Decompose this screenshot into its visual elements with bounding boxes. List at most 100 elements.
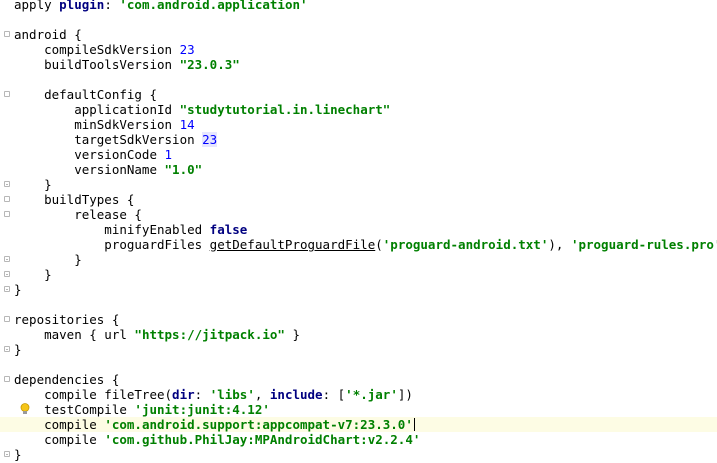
code-token: proguardFiles bbox=[14, 237, 210, 252]
code-token: } bbox=[14, 342, 22, 357]
code-line[interactable] bbox=[0, 357, 717, 372]
code-line[interactable]: compile fileTree(dir: 'libs', include: [… bbox=[0, 387, 717, 402]
code-line-text: compile fileTree(dir: 'libs', include: [… bbox=[14, 387, 413, 402]
code-token: 'com.github.PhilJay:MPAndroidChart:v2.2.… bbox=[104, 432, 421, 447]
fold-end-marker-icon[interactable] bbox=[4, 346, 10, 352]
code-token: 1 bbox=[164, 147, 173, 162]
code-token: release { bbox=[14, 207, 142, 222]
code-line[interactable]: } bbox=[0, 342, 717, 357]
code-token: dependencies { bbox=[14, 372, 120, 387]
code-token: maven { url bbox=[14, 327, 135, 342]
code-token: "studytutorial.in.linechart" bbox=[179, 102, 391, 117]
fold-marker-icon[interactable] bbox=[4, 376, 10, 382]
code-line[interactable] bbox=[0, 72, 717, 87]
code-token: dir bbox=[172, 387, 195, 402]
code-line-text: versionCode 1 bbox=[14, 147, 172, 162]
code-line[interactable]: versionCode 1 bbox=[0, 147, 717, 162]
code-line[interactable]: versionName "1.0" bbox=[0, 162, 717, 177]
lightbulb-icon[interactable] bbox=[20, 403, 30, 415]
code-line-text: testCompile 'junit:junit:4.12' bbox=[14, 402, 270, 417]
code-line-text: } bbox=[14, 342, 22, 357]
code-line-text: } bbox=[14, 177, 52, 192]
code-line[interactable]: maven { url "https://jitpack.io" } bbox=[0, 327, 717, 342]
code-line-text: } bbox=[14, 267, 52, 282]
code-token: 14 bbox=[179, 117, 195, 132]
fold-end-marker-icon[interactable] bbox=[4, 451, 10, 457]
code-line[interactable]: } bbox=[0, 282, 717, 297]
fold-marker-icon[interactable] bbox=[4, 211, 10, 217]
fold-end-marker-icon[interactable] bbox=[4, 271, 10, 277]
code-line-text: dependencies { bbox=[14, 372, 119, 387]
fold-marker-icon[interactable] bbox=[4, 31, 10, 37]
code-line[interactable]: buildToolsVersion "23.0.3" bbox=[0, 57, 717, 72]
code-token: defaultConfig { bbox=[14, 87, 157, 102]
code-line[interactable]: apply plugin: 'com.android.application' bbox=[0, 0, 717, 12]
code-line[interactable]: compileSdkVersion 23 bbox=[0, 42, 717, 57]
code-line[interactable]: dependencies { bbox=[0, 372, 717, 387]
code-line[interactable]: compile 'com.android.support:appcompat-v… bbox=[0, 417, 717, 432]
code-line[interactable]: repositories { bbox=[0, 312, 717, 327]
code-token: 'proguard-rules.pro' bbox=[570, 237, 717, 252]
code-token: compileSdkVersion bbox=[14, 42, 180, 57]
code-line[interactable]: minifyEnabled false bbox=[0, 222, 717, 237]
code-token: 'proguard-android.txt' bbox=[382, 237, 549, 252]
code-line[interactable]: minSdkVersion 14 bbox=[0, 117, 717, 132]
code-line[interactable]: buildTypes { bbox=[0, 192, 717, 207]
code-line[interactable]: release { bbox=[0, 207, 717, 222]
code-line-text: } bbox=[14, 282, 22, 297]
code-token: versionCode bbox=[14, 147, 165, 162]
code-line[interactable]: applicationId "studytutorial.in.linechar… bbox=[0, 102, 717, 117]
fold-marker-icon[interactable] bbox=[4, 196, 10, 202]
fold-marker-icon[interactable] bbox=[4, 91, 10, 97]
code-line[interactable] bbox=[0, 12, 717, 27]
fold-end-marker-icon[interactable] bbox=[4, 181, 10, 187]
fold-end-marker-icon[interactable] bbox=[4, 256, 10, 262]
code-editor[interactable]: apply plugin: 'com.android.application' a… bbox=[0, 0, 717, 463]
code-token: 'libs' bbox=[209, 387, 255, 402]
code-line[interactable]: } bbox=[0, 447, 717, 462]
text-caret bbox=[413, 418, 415, 431]
code-line[interactable]: targetSdkVersion 23 bbox=[0, 132, 717, 147]
code-token: ), bbox=[548, 237, 571, 252]
fold-marker-icon[interactable] bbox=[4, 316, 10, 322]
code-token: minifyEnabled bbox=[14, 222, 210, 237]
code-token: : bbox=[194, 387, 210, 402]
code-token: } bbox=[14, 282, 22, 297]
code-line-text: android { bbox=[14, 27, 82, 42]
code-token: apply bbox=[14, 0, 60, 12]
code-line-text: } bbox=[14, 252, 82, 267]
fold-end-marker-icon[interactable] bbox=[4, 286, 10, 292]
code-token: } bbox=[14, 177, 52, 192]
code-line-text: repositories { bbox=[14, 312, 119, 327]
code-token: compile fileTree( bbox=[14, 387, 173, 402]
code-token: plugin bbox=[59, 0, 105, 12]
code-token: buildTypes { bbox=[14, 192, 135, 207]
code-token: 'com.android.support:appcompat-v7:23.3.0… bbox=[104, 417, 413, 432]
code-line[interactable]: } bbox=[0, 252, 717, 267]
code-token: applicationId bbox=[14, 102, 180, 117]
code-token: buildToolsVersion bbox=[14, 57, 180, 72]
code-line-text: buildTypes { bbox=[14, 192, 134, 207]
code-line-text: compileSdkVersion 23 bbox=[14, 42, 195, 57]
code-line[interactable]: compile 'com.github.PhilJay:MPAndroidCha… bbox=[0, 432, 717, 447]
code-line[interactable] bbox=[0, 297, 717, 312]
code-line[interactable]: testCompile 'junit:junit:4.12' bbox=[0, 402, 717, 417]
code-token: } bbox=[14, 267, 52, 282]
code-line[interactable]: android { bbox=[0, 27, 717, 42]
code-line-text: apply plugin: 'com.android.application' bbox=[14, 0, 308, 12]
code-token: } bbox=[284, 327, 300, 342]
code-token: "23.0.3" bbox=[179, 57, 240, 72]
code-token: getDefaultProguardFile bbox=[209, 237, 376, 252]
code-token: testCompile bbox=[14, 402, 135, 417]
code-token: } bbox=[14, 447, 22, 462]
code-token: : bbox=[104, 0, 120, 12]
code-line[interactable]: proguardFiles getDefaultProguardFile('pr… bbox=[0, 237, 717, 252]
code-line-text: buildToolsVersion "23.0.3" bbox=[14, 57, 240, 72]
code-token: "1.0" bbox=[164, 162, 203, 177]
code-line-text: compile 'com.android.support:appcompat-v… bbox=[14, 417, 415, 432]
code-line[interactable]: } bbox=[0, 267, 717, 282]
code-line[interactable]: defaultConfig { bbox=[0, 87, 717, 102]
code-token: '*.jar' bbox=[345, 387, 398, 402]
code-line[interactable]: } bbox=[0, 177, 717, 192]
code-token: repositories { bbox=[14, 312, 120, 327]
